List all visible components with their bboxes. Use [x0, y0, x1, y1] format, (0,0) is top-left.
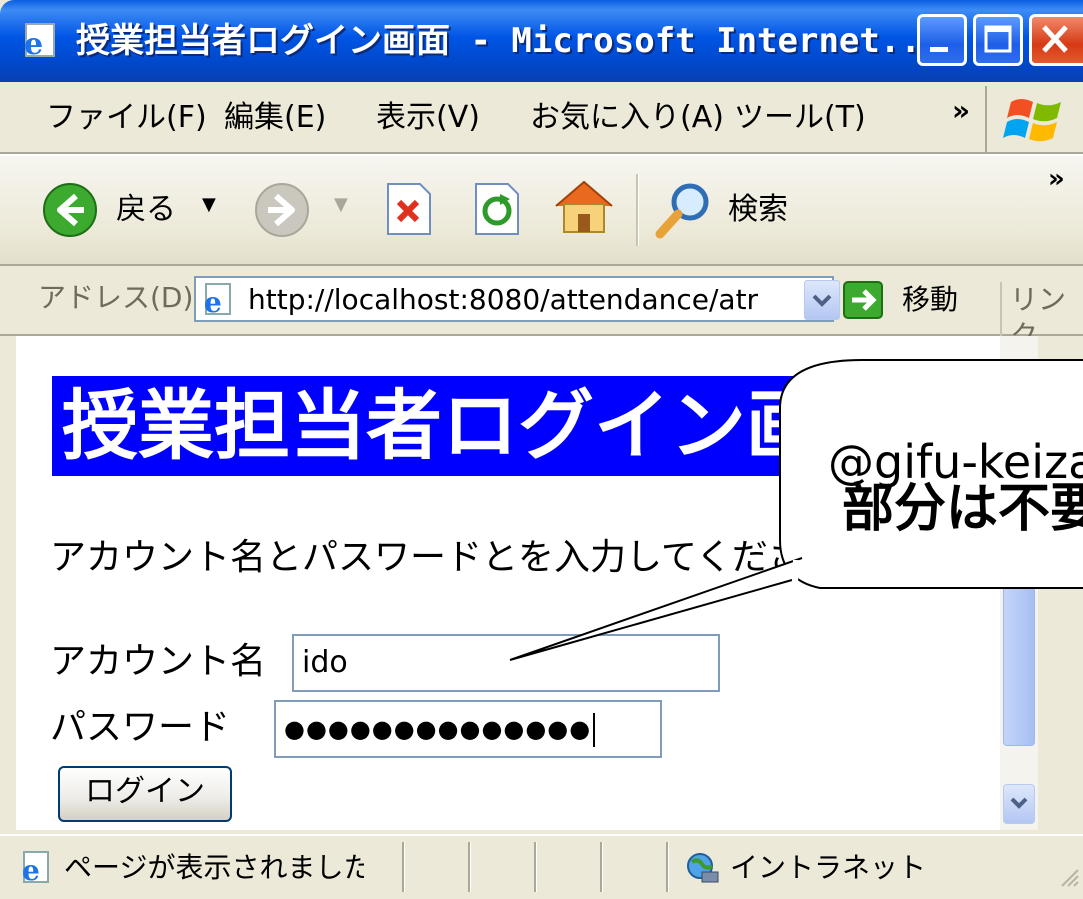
callout-note-text: 部分は不要 — [842, 479, 1083, 539]
callout-balloon: @gifu-keizai.ac.jp 部分は不要 — [0, 0, 1083, 897]
